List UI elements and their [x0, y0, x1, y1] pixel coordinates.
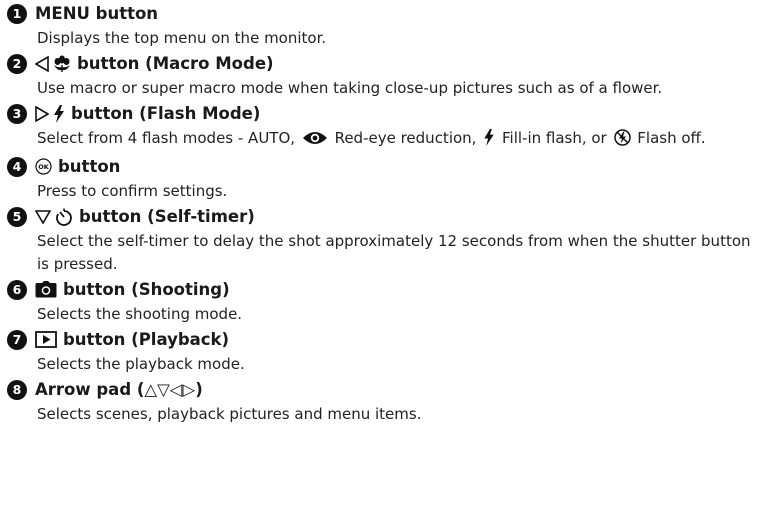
flash-desc-part: Select from 4 flash modes - AUTO,: [37, 129, 300, 147]
flash-desc-part: Fill-in flash, or: [497, 129, 612, 147]
list-item: 4 OK button Press to confirm settings.: [7, 153, 763, 203]
item-number: 8: [7, 379, 27, 400]
item-number: 2: [7, 53, 27, 74]
svg-text:OK: OK: [38, 163, 50, 171]
item-heading: 4 OK button: [7, 153, 763, 180]
list-item: 6 button (Shooting) Selects the shooting…: [7, 276, 763, 326]
ok-button-icon: OK: [35, 158, 52, 175]
item-heading: 8 Arrow pad (△▽◁▷): [7, 376, 763, 403]
item-description: Press to confirm settings.: [37, 182, 228, 200]
item-title-text: Arrow pad (: [35, 380, 145, 399]
item-heading: 1 MENU button: [7, 0, 763, 27]
flash-desc-part: Flash off.: [632, 129, 706, 147]
item-title-text: button (Shooting): [63, 280, 230, 299]
item-heading: 3 button (Flash Mode): [7, 100, 763, 127]
item-title-end: ): [195, 380, 203, 399]
item-title: button (Flash Mode): [35, 104, 260, 123]
item-title-text: MENU button: [35, 4, 159, 23]
item-heading: 2 button (Macro Mode): [7, 50, 763, 77]
flash-desc-part: Red-eye reduction,: [329, 129, 482, 147]
playback-icon: [35, 331, 57, 348]
item-title: OK button: [35, 157, 120, 176]
left-triangle-icon: [35, 55, 49, 72]
list-item: 8 Arrow pad (△▽◁▷) Selects scenes, playb…: [7, 376, 763, 426]
flash-off-icon: [613, 129, 631, 153]
arrow-pad-glyphs: △▽◁▷: [144, 380, 196, 399]
down-triangle-icon: [35, 209, 51, 224]
item-title-text: button: [58, 157, 121, 176]
fill-in-flash-icon: [483, 129, 495, 153]
item-description: Use macro or super macro mode when takin…: [37, 79, 663, 97]
item-number: 3: [7, 103, 27, 124]
item-title: button (Shooting): [35, 280, 230, 299]
item-title: button (Macro Mode): [35, 54, 274, 73]
self-timer-icon: [55, 208, 73, 226]
list-item: 5 button (Self-timer) Select the self-ti…: [7, 203, 763, 276]
item-heading: 6 button (Shooting): [7, 276, 763, 303]
item-heading: 7 button (Playback): [7, 326, 763, 353]
list-item: 2 button (Macro Mode) Use macro or super…: [7, 50, 763, 100]
item-title-text: button (Self-timer): [79, 207, 255, 226]
camera-icon: [35, 281, 57, 298]
red-eye-icon: [302, 130, 328, 153]
item-description: Selects the shooting mode.: [37, 305, 243, 323]
item-number: 1: [7, 3, 27, 24]
item-number: 6: [7, 279, 27, 300]
item-number: 5: [7, 206, 27, 227]
item-title: button (Self-timer): [35, 207, 255, 226]
item-description: Selects scenes, playback pictures and me…: [37, 405, 422, 423]
item-title-text: button (Flash Mode): [71, 104, 261, 123]
item-number: 7: [7, 329, 27, 350]
button-reference-list: 1 MENU button Displays the top menu on t…: [7, 0, 763, 426]
list-item: 3 button (Flash Mode) Select from 4 flas…: [7, 100, 763, 153]
item-title-text: button (Playback): [63, 330, 230, 349]
item-title: Arrow pad (△▽◁▷): [35, 380, 203, 399]
list-item: 1 MENU button Displays the top menu on t…: [7, 0, 763, 50]
macro-flower-icon: [53, 55, 71, 73]
item-description: Selects the playback mode.: [37, 355, 245, 373]
item-description: Select the self-timer to delay the shot …: [37, 232, 751, 273]
item-description: Select from 4 flash modes - AUTO, Red-ey…: [37, 127, 759, 153]
item-heading: 5 button (Self-timer): [7, 203, 763, 230]
right-triangle-icon: [35, 105, 49, 122]
item-number: 4: [7, 156, 27, 177]
flash-icon: [53, 104, 65, 123]
item-description: Displays the top menu on the monitor.: [37, 29, 327, 47]
item-title-text: button (Macro Mode): [77, 54, 274, 73]
list-item: 7 button (Playback) Selects the playback…: [7, 326, 763, 376]
item-title: button (Playback): [35, 330, 229, 349]
item-title: MENU button: [35, 4, 158, 23]
